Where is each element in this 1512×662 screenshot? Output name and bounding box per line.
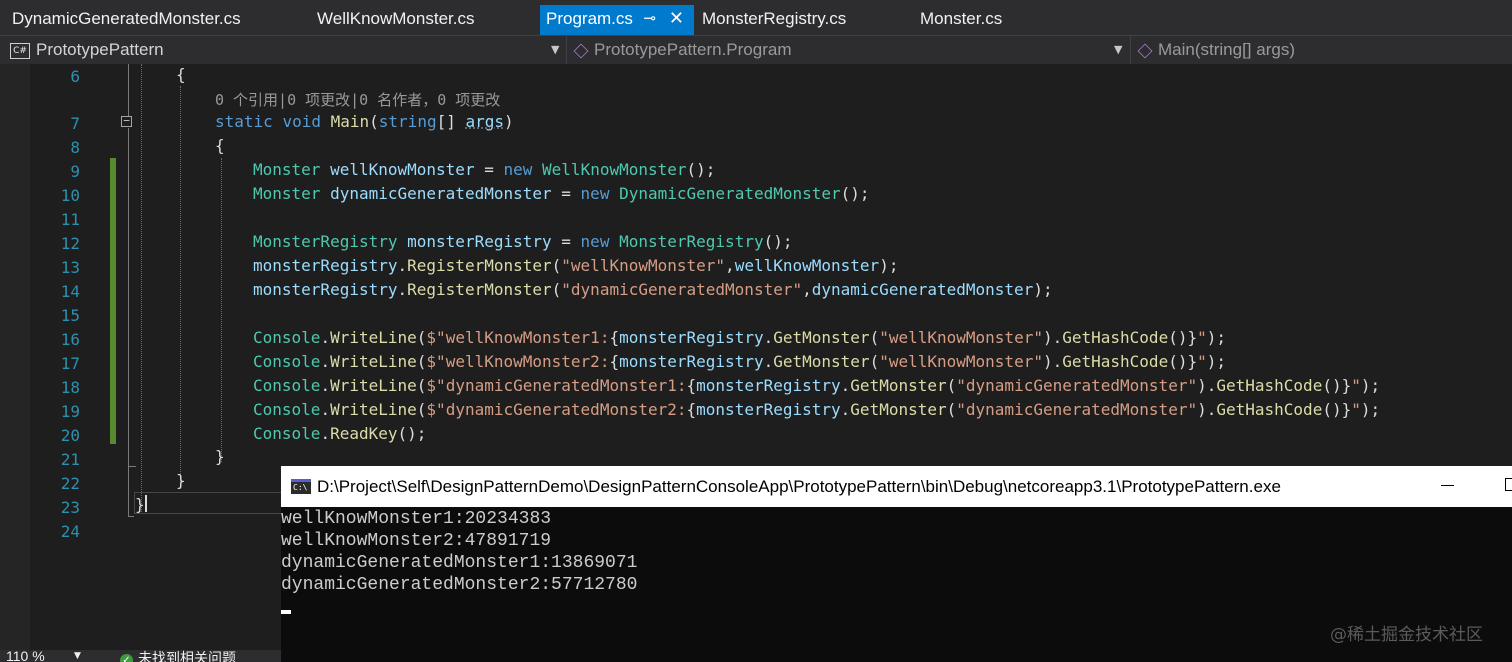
close-icon[interactable]: ✕ [669, 4, 684, 32]
code-line[interactable]: } [176, 471, 186, 490]
tab-monster[interactable]: Monster.cs [908, 5, 1048, 35]
tab-label: MonsterRegistry.cs [702, 9, 847, 28]
issues-indicator[interactable]: ✓ 未找到相关问题 [120, 650, 236, 662]
zoom-level[interactable]: 110 % [6, 650, 45, 662]
line-number: 16 [60, 330, 80, 349]
pin-icon[interactable]: ⊸ [643, 5, 656, 33]
console-window[interactable]: C:\ D:\Project\Self\DesignPatternDemo\De… [281, 466, 1512, 662]
class-name: PrototypePattern.Program [594, 40, 792, 59]
line-number: 7 [70, 114, 80, 133]
code-line[interactable]: } [215, 447, 225, 466]
console-window-title: D:\Project\Self\DesignPatternDemo\Design… [317, 477, 1281, 496]
csharp-project-icon: C# [10, 42, 30, 59]
code-line[interactable]: Monster wellKnowMonster = new WellKnowMo… [253, 160, 715, 179]
outline-tick [128, 466, 136, 467]
line-number: 13 [60, 258, 80, 277]
line-number: 10 [60, 186, 80, 205]
code-line[interactable]: monsterRegistry.RegisterMonster("dynamic… [253, 280, 1053, 299]
code-line[interactable]: static void Main(string[] args) [215, 112, 514, 131]
chevron-down-icon[interactable]: ▼ [74, 651, 81, 661]
console-output-line: wellKnowMonster2:47891719 [281, 531, 552, 551]
class-dropdown[interactable]: PrototypePattern.Program [573, 36, 792, 64]
line-number: 17 [60, 354, 80, 373]
project-dropdown[interactable]: C# PrototypePattern [10, 36, 164, 64]
code-line[interactable]: Console.ReadKey(); [253, 424, 426, 443]
editor-margin [0, 64, 30, 650]
line-number: 19 [60, 402, 80, 421]
maximize-icon[interactable] [1505, 478, 1512, 491]
structure-guide [141, 64, 142, 514]
tab-dynamic-generated-monster[interactable]: DynamicGeneratedMonster.cs [0, 5, 300, 35]
tab-label: DynamicGeneratedMonster.cs [12, 9, 241, 28]
line-number: 22 [60, 474, 80, 493]
line-number: 11 [60, 210, 80, 229]
code-line[interactable]: { [176, 65, 186, 84]
navigation-bar: C# PrototypePattern ▼ PrototypePattern.Pr… [0, 35, 1512, 64]
codelens-info[interactable]: 0 个引用|0 项更改|0 名作者，0 项更改 [215, 89, 500, 110]
tab-program[interactable]: Program.cs ⊸ ✕ [540, 5, 694, 35]
line-number: 24 [60, 522, 80, 541]
line-number: 8 [70, 138, 80, 157]
structure-guide [180, 86, 181, 486]
collapse-icon[interactable]: − [121, 115, 132, 127]
project-name: PrototypePattern [36, 40, 164, 59]
line-number: 9 [70, 162, 80, 181]
console-cursor [281, 610, 291, 614]
code-line[interactable]: } [135, 495, 145, 514]
line-number: 6 [70, 67, 80, 86]
code-line[interactable]: Console.WriteLine($"wellKnowMonster2:{mo… [253, 352, 1226, 371]
outline-line [128, 128, 129, 516]
console-output-line: wellKnowMonster1:20234383 [281, 509, 552, 529]
tab-monster-registry[interactable]: MonsterRegistry.cs [690, 5, 900, 35]
class-icon [573, 43, 589, 58]
code-line[interactable]: Console.WriteLine($"dynamicGeneratedMons… [253, 376, 1380, 395]
structure-guide [221, 158, 222, 462]
console-title-bar[interactable]: C:\ D:\Project\Self\DesignPatternDemo\De… [281, 466, 1512, 507]
console-output-line: dynamicGeneratedMonster1:13869071 [281, 553, 638, 573]
divider [566, 36, 567, 64]
line-number: 12 [60, 234, 80, 253]
change-tracking-bar [110, 158, 116, 444]
console-output-line: dynamicGeneratedMonster2:57712780 [281, 575, 638, 595]
console-app-icon: C:\ [291, 479, 311, 494]
outline-line [128, 64, 129, 116]
code-line[interactable]: Monster dynamicGeneratedMonster = new Dy… [253, 184, 870, 203]
tab-well-know-monster[interactable]: WellKnowMonster.cs [305, 5, 535, 35]
line-number: 23 [60, 498, 80, 517]
line-number: 20 [60, 426, 80, 445]
tab-label: Monster.cs [920, 9, 1003, 28]
watermark: @稀土掘金技术社区 [1330, 625, 1483, 645]
text-caret [145, 495, 147, 512]
member-dropdown[interactable]: Main(string[] args) [1137, 36, 1295, 64]
code-line[interactable]: MonsterRegistry monsterRegistry = new Mo… [253, 232, 793, 251]
line-number: 21 [60, 450, 80, 469]
tab-label: Program.cs [546, 9, 633, 28]
line-number: 15 [60, 306, 80, 325]
check-circle-icon: ✓ [120, 654, 133, 662]
code-line[interactable]: Console.WriteLine($"wellKnowMonster1:{mo… [253, 328, 1226, 347]
code-line[interactable]: Console.WriteLine($"dynamicGeneratedMons… [253, 400, 1380, 419]
member-name: Main(string[] args) [1158, 40, 1295, 59]
issues-text: 未找到相关问题 [138, 650, 236, 662]
document-tab-strip: DynamicGeneratedMonster.cs WellKnowMonst… [0, 0, 1512, 35]
chevron-down-icon[interactable]: ▼ [1114, 36, 1122, 64]
code-line[interactable]: { [215, 136, 225, 155]
tab-label: WellKnowMonster.cs [317, 9, 475, 28]
minimize-icon[interactable] [1441, 485, 1454, 486]
code-line[interactable]: monsterRegistry.RegisterMonster("wellKno… [253, 256, 898, 275]
outline-tick [128, 516, 134, 517]
line-number: 18 [60, 378, 80, 397]
chevron-down-icon[interactable]: ▼ [551, 36, 559, 64]
method-icon [1137, 43, 1153, 58]
line-number: 14 [60, 282, 80, 301]
divider [1130, 36, 1131, 64]
